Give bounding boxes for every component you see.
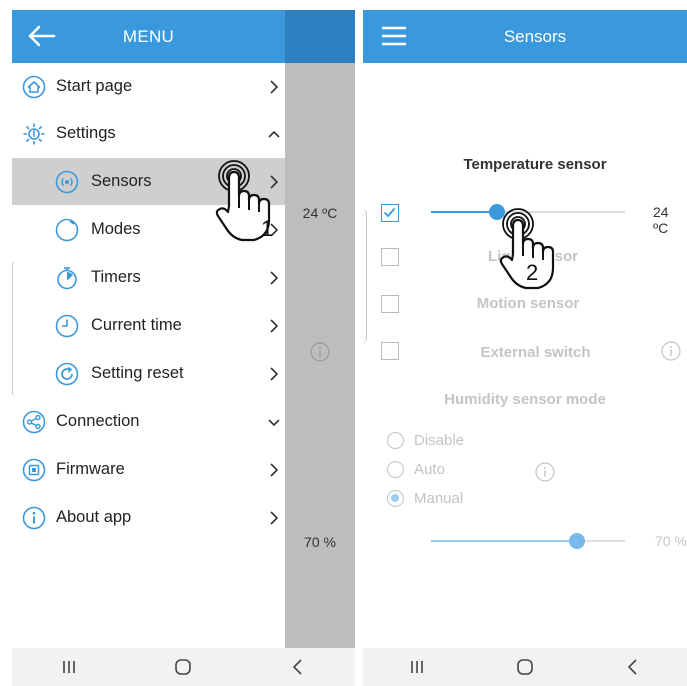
menu-item-current-time[interactable]: Current time: [12, 302, 285, 349]
menu-header: MENU: [12, 10, 285, 63]
share-icon: [22, 410, 46, 434]
menu-item-setting-reset[interactable]: Setting reset: [12, 350, 285, 397]
menu-item-label: Timers: [91, 268, 141, 286]
chevron-up-icon: [268, 130, 280, 138]
slider-fill: [431, 211, 497, 213]
light-sensor-checkbox[interactable]: [381, 248, 399, 266]
humidity-mode-title: Humidity sensor mode: [444, 391, 606, 408]
chevron-right-icon: [270, 463, 279, 477]
chevron-right-icon: [270, 511, 279, 525]
motion-sensor-checkbox[interactable]: [381, 295, 399, 313]
section-bracket: [363, 208, 367, 344]
info-icon: [22, 506, 46, 530]
radio-label: Disable: [414, 431, 465, 449]
menu-item-label: Settings: [56, 124, 116, 142]
menu-item-label: Firmware: [56, 460, 125, 478]
background-temperature-value: 24 ºC: [302, 205, 338, 221]
menu-list: Start page Settings Sensors Modes Timers…: [12, 63, 285, 648]
humidity-slider[interactable]: [431, 533, 625, 549]
chevron-right-icon: [270, 367, 279, 381]
sensors-screen: Sensors Temperature sensor 24 ºC Light s…: [363, 10, 687, 686]
settings-icon: [23, 123, 45, 145]
home-button-icon[interactable]: [512, 656, 538, 678]
menu-item-start-page[interactable]: Start page: [12, 63, 285, 110]
motion-sensor-label: Motion sensor: [476, 295, 580, 312]
temperature-sensor-checkbox[interactable]: [381, 204, 399, 222]
info-icon: [310, 342, 330, 362]
info-icon[interactable]: [661, 341, 681, 361]
page-title: Sensors: [503, 27, 567, 46]
chevron-right-icon: [270, 80, 279, 94]
menu-item-firmware[interactable]: Firmware: [12, 446, 285, 493]
menu-item-label: Connection: [56, 412, 140, 430]
recent-apps-icon[interactable]: [404, 656, 430, 678]
menu-item-timers[interactable]: Timers: [12, 254, 285, 301]
sensor-icon: [55, 170, 79, 194]
tap-hand-icon: 1: [215, 160, 273, 242]
step-number: 1: [261, 216, 273, 241]
android-nav-bar: [12, 648, 355, 686]
tap-hand-icon: 2: [499, 208, 555, 290]
info-icon[interactable]: [535, 462, 555, 482]
checkmark-icon: [383, 207, 396, 218]
chevron-right-icon: [270, 271, 279, 285]
radio-label: Auto: [414, 460, 445, 478]
reset-icon: [55, 362, 79, 386]
firmware-icon: [22, 458, 46, 482]
step-number: 2: [526, 260, 538, 285]
radio-manual[interactable]: Manual: [387, 487, 463, 509]
recent-apps-icon[interactable]: [56, 656, 82, 678]
menu-item-label: Setting reset: [91, 364, 184, 382]
home-button-icon[interactable]: [170, 656, 196, 678]
background-screen-peek: 24 ºC 70 %: [285, 10, 355, 648]
back-button-icon[interactable]: [620, 656, 646, 678]
temperature-sensor-title: Temperature sensor: [463, 156, 607, 173]
external-switch-label: External switch: [480, 344, 591, 361]
android-nav-bar: [363, 648, 687, 686]
radio-button[interactable]: [387, 431, 404, 449]
background-humidity-value: 70 %: [304, 534, 336, 550]
menu-item-label: Modes: [91, 220, 141, 238]
radio-auto[interactable]: Auto: [387, 458, 445, 480]
menu-screen: MENU Start page Settings Sensors Modes T…: [12, 10, 355, 686]
modes-icon: [55, 218, 79, 242]
menu-item-connection[interactable]: Connection: [12, 398, 285, 445]
temperature-value: 24 ºC: [653, 204, 669, 236]
radio-button[interactable]: [387, 460, 404, 478]
radio-disable[interactable]: Disable: [387, 429, 464, 451]
menu-item-label: Sensors: [91, 172, 152, 190]
menu-title: MENU: [122, 27, 175, 46]
humidity-value: 70 %: [655, 533, 687, 549]
slider-thumb[interactable]: [569, 533, 585, 549]
menu-item-label: About app: [56, 508, 132, 526]
chevron-right-icon: [270, 319, 279, 333]
home-icon: [22, 75, 46, 99]
slider-fill: [431, 540, 577, 542]
menu-item-about-app[interactable]: About app: [12, 494, 285, 541]
radio-label: Manual: [414, 489, 464, 507]
radio-button-selected[interactable]: [387, 489, 404, 507]
menu-item-label: Start page: [56, 77, 133, 95]
menu-item-label: Current time: [91, 316, 182, 334]
chevron-down-icon: [268, 419, 280, 427]
timer-icon: [57, 267, 77, 290]
background-header: [285, 10, 355, 63]
sensors-header: Sensors: [363, 10, 687, 63]
clock-icon: [55, 314, 79, 338]
external-switch-checkbox[interactable]: [381, 342, 399, 360]
back-button-icon[interactable]: [285, 656, 311, 678]
menu-item-settings[interactable]: Settings: [12, 110, 285, 157]
